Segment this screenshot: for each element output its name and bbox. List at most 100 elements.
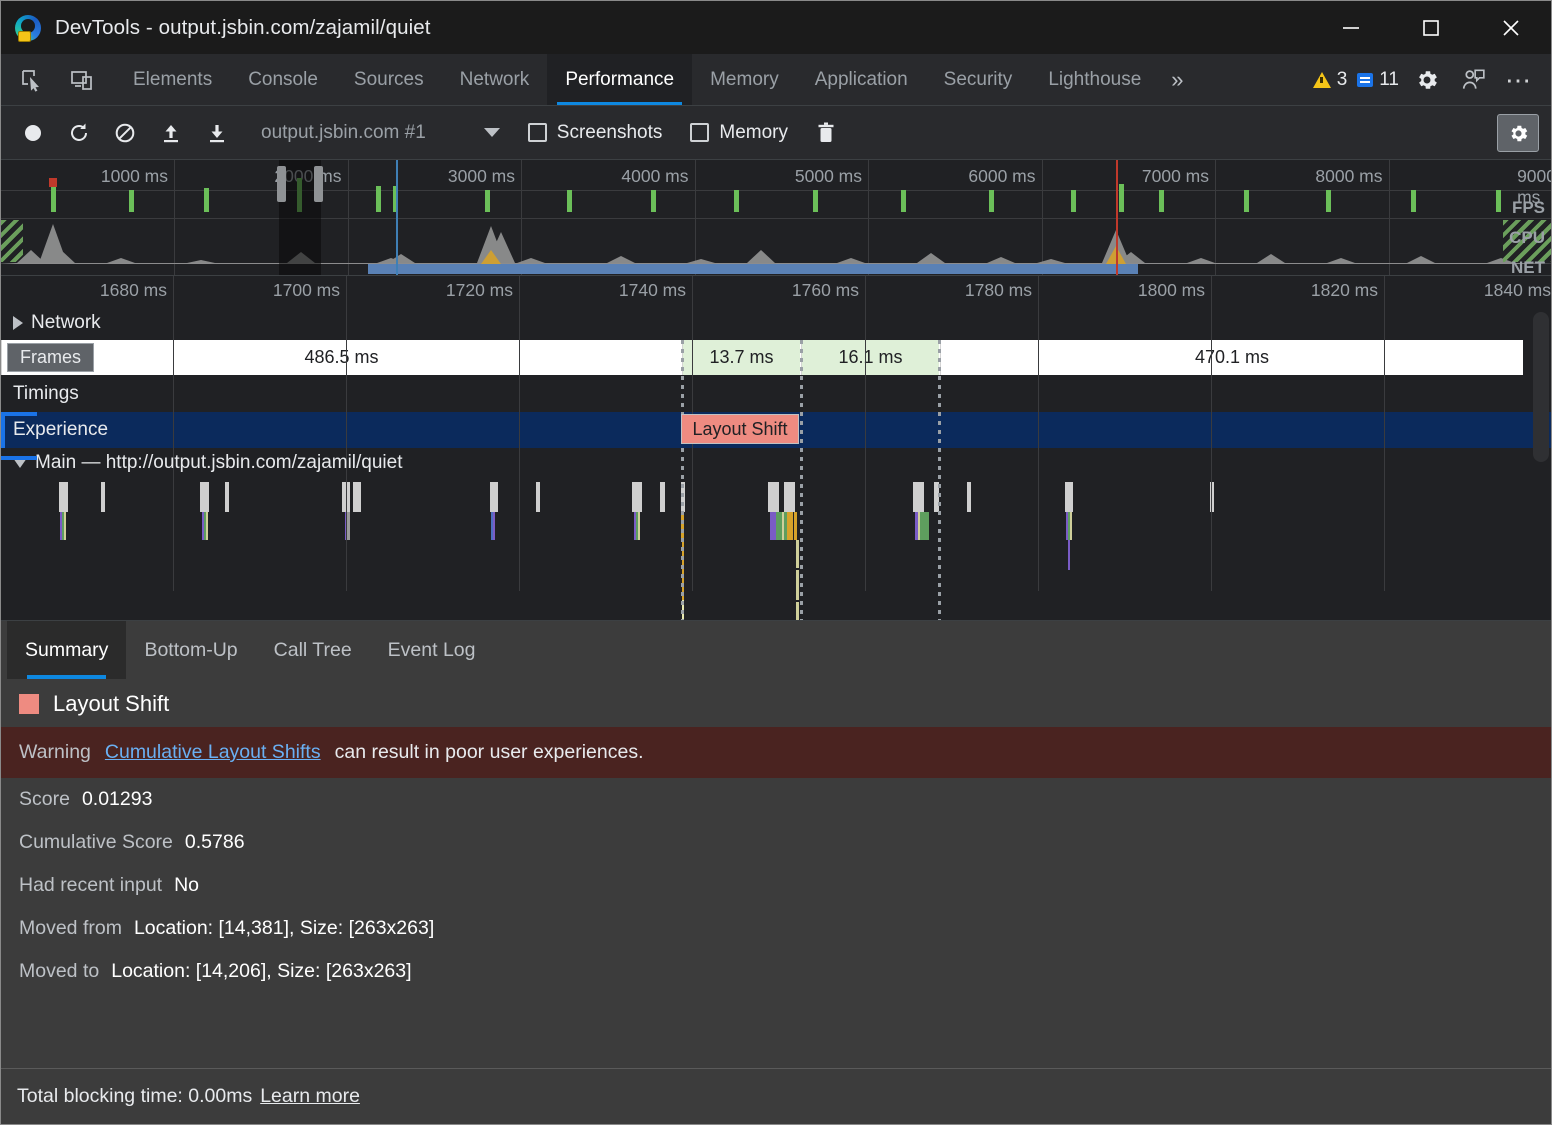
tab-console[interactable]: Console (230, 54, 336, 105)
messages-indicator[interactable]: 11 (1357, 69, 1399, 91)
inspect-element-button[interactable] (15, 63, 49, 97)
more-tabs-button[interactable]: » (1159, 54, 1195, 105)
flame-bar[interactable] (796, 540, 799, 568)
timeline-scrollbar-thumb[interactable] (1533, 312, 1549, 462)
layout-shift-event[interactable]: Layout Shift (681, 414, 799, 444)
flame-bar[interactable] (353, 482, 361, 512)
gear-icon (1414, 67, 1440, 93)
flame-bar[interactable] (64, 512, 66, 540)
flame-bar[interactable] (794, 512, 797, 540)
minimize-button[interactable] (1311, 1, 1391, 54)
messages-count: 11 (1379, 69, 1399, 91)
track-frames[interactable]: 486.5 ms13.7 ms16.1 ms470.1 ms Frames (1, 340, 1551, 375)
overview-tick-label: 3000 ms (448, 166, 515, 187)
tab-network[interactable]: Network (442, 54, 548, 105)
flame-bar[interactable] (206, 512, 208, 540)
flame-bar[interactable] (784, 482, 795, 512)
overview-window-drag-handle[interactable] (314, 166, 323, 202)
learn-more-link[interactable]: Learn more (260, 1085, 360, 1108)
clear-button[interactable] (103, 113, 147, 153)
screenshots-checkbox[interactable]: Screenshots (528, 122, 663, 144)
cumulative-layout-shifts-link[interactable]: Cumulative Layout Shifts (105, 741, 321, 764)
frames-strip[interactable]: 486.5 ms13.7 ms16.1 ms470.1 ms (1, 340, 1523, 375)
fps-bar (1071, 190, 1076, 212)
flame-bar[interactable] (796, 570, 799, 600)
frame-segment[interactable]: 470.1 ms (940, 340, 1523, 375)
flame-bar[interactable] (347, 512, 350, 540)
fps-bar (485, 190, 490, 212)
flame-bar[interactable] (926, 512, 929, 540)
load-profile-button[interactable] (149, 113, 193, 153)
overview-window-drag-handle[interactable] (277, 166, 286, 202)
detail-row-moved-from: Moved from Location: [14,381], Size: [26… (1, 907, 1551, 950)
reload-and-record-button[interactable] (57, 113, 101, 153)
track-timings[interactable]: Timings (1, 375, 1551, 412)
tab-event-log[interactable]: Event Log (370, 621, 494, 679)
flame-bar[interactable] (768, 482, 779, 512)
flame-bar[interactable] (225, 482, 229, 512)
flame-bar[interactable] (59, 482, 68, 512)
flame-bar[interactable] (101, 482, 105, 512)
title-bar: DevTools - output.jsbin.com/zajamil/quie… (1, 1, 1551, 54)
timeline-gridline (1211, 276, 1212, 591)
flame-bar[interactable] (536, 482, 540, 512)
flame-bar[interactable] (967, 482, 971, 512)
flame-bar[interactable] (493, 512, 495, 540)
recording-name[interactable]: output.jsbin.com #1 (261, 122, 426, 144)
detail-row-had-recent-input: Had recent input No (1, 864, 1551, 907)
frame-segment[interactable]: 16.1 ms (801, 340, 939, 375)
track-experience[interactable]: Experience Layout Shift (1, 412, 1551, 448)
maximize-button[interactable] (1391, 1, 1471, 54)
flame-chart-timeline[interactable]: 1680 ms1700 ms1720 ms1740 ms1760 ms1780 … (1, 276, 1551, 621)
track-main[interactable]: Main — http://output.jsbin.com/zajamil/q… (1, 448, 1551, 478)
tab-application[interactable]: Application (797, 54, 926, 105)
tab-memory[interactable]: Memory (692, 54, 797, 105)
flame-bar[interactable] (913, 482, 924, 512)
tab-elements[interactable]: Elements (115, 54, 230, 105)
track-network-label: Network (1, 306, 101, 340)
main-flame-chart[interactable] (1, 476, 1551, 621)
cpu-usage-area-chart (1, 218, 1551, 264)
fps-bar (651, 190, 656, 212)
frame-segment[interactable]: 13.7 ms (682, 340, 800, 375)
flame-bar[interactable] (1068, 540, 1070, 570)
flame-bar[interactable] (200, 482, 209, 512)
tab-summary[interactable]: Summary (7, 621, 126, 679)
tab-performance[interactable]: Performance (547, 54, 692, 105)
flame-bar[interactable] (796, 602, 799, 621)
device-toggle-icon[interactable] (65, 63, 99, 97)
timeline-overview[interactable]: 1000 ms2000 ms3000 ms4000 ms5000 ms6000 … (1, 160, 1551, 276)
save-profile-button[interactable] (195, 113, 239, 153)
timeline-tick-label: 1800 ms (1138, 280, 1205, 301)
more-options-button[interactable]: ⋯ (1501, 62, 1537, 98)
tab-call-tree[interactable]: Call Tree (256, 621, 370, 679)
tab-lighthouse[interactable]: Lighthouse (1030, 54, 1159, 105)
flame-bar[interactable] (490, 482, 498, 512)
tab-bottom-up[interactable]: Bottom-Up (126, 621, 255, 679)
tab-sources[interactable]: Sources (336, 54, 442, 105)
chevron-down-icon[interactable] (13, 458, 27, 468)
overview-tick-label: 8000 ms (1315, 166, 1382, 187)
chevron-right-icon[interactable] (13, 316, 23, 330)
close-button[interactable] (1471, 1, 1551, 54)
capture-settings-button[interactable] (1497, 114, 1539, 152)
tab-bar-right: 3 11 ⋯ (1313, 54, 1551, 105)
tab-security[interactable]: Security (926, 54, 1031, 105)
warnings-indicator[interactable]: 3 (1313, 69, 1348, 91)
flame-bar[interactable] (1070, 512, 1072, 540)
track-network[interactable]: Network (1, 306, 1551, 340)
flame-bar[interactable] (787, 512, 793, 540)
detail-row-cumulative-score: Cumulative Score 0.5786 (1, 821, 1551, 864)
window-controls (1311, 1, 1551, 54)
flame-bar[interactable] (632, 482, 642, 512)
memory-checkbox[interactable]: Memory (690, 122, 788, 144)
frame-segment[interactable]: 486.5 ms (1, 340, 681, 375)
settings-button[interactable] (1409, 62, 1445, 98)
feedback-button[interactable] (1455, 62, 1491, 98)
record-button[interactable] (11, 113, 55, 153)
chevron-down-icon[interactable] (484, 128, 500, 137)
flame-bar[interactable] (660, 482, 665, 512)
flame-bar[interactable] (638, 512, 640, 540)
clear-recording-button[interactable] (804, 113, 848, 153)
flame-bar[interactable] (1065, 482, 1073, 512)
